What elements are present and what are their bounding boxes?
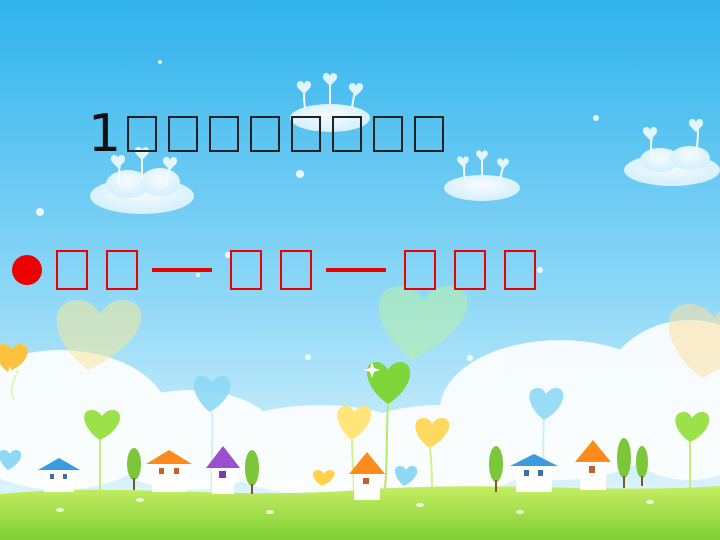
title-char-box <box>250 116 281 152</box>
sequence-char-box <box>280 250 312 290</box>
sequence-dash <box>326 268 386 272</box>
sequence-row <box>12 248 554 292</box>
sequence-char-box <box>404 250 436 290</box>
title-char-box <box>414 116 445 152</box>
sequence-char-box <box>230 250 262 290</box>
sequence-char-box <box>504 250 536 290</box>
title-char-box <box>332 116 363 152</box>
title-char-box <box>209 116 240 152</box>
sequence-char-box <box>106 250 138 290</box>
title-number: 1 <box>88 104 122 164</box>
title-char-box <box>373 116 404 152</box>
bullet-dot <box>12 255 42 285</box>
sequence-char-box <box>454 250 486 290</box>
title-char-box <box>168 116 199 152</box>
title-char-box <box>127 116 158 152</box>
sequence-char-box <box>56 250 88 290</box>
sequence-dash <box>152 268 212 272</box>
slide-title: 1 <box>88 106 455 162</box>
title-char-box <box>291 116 322 152</box>
